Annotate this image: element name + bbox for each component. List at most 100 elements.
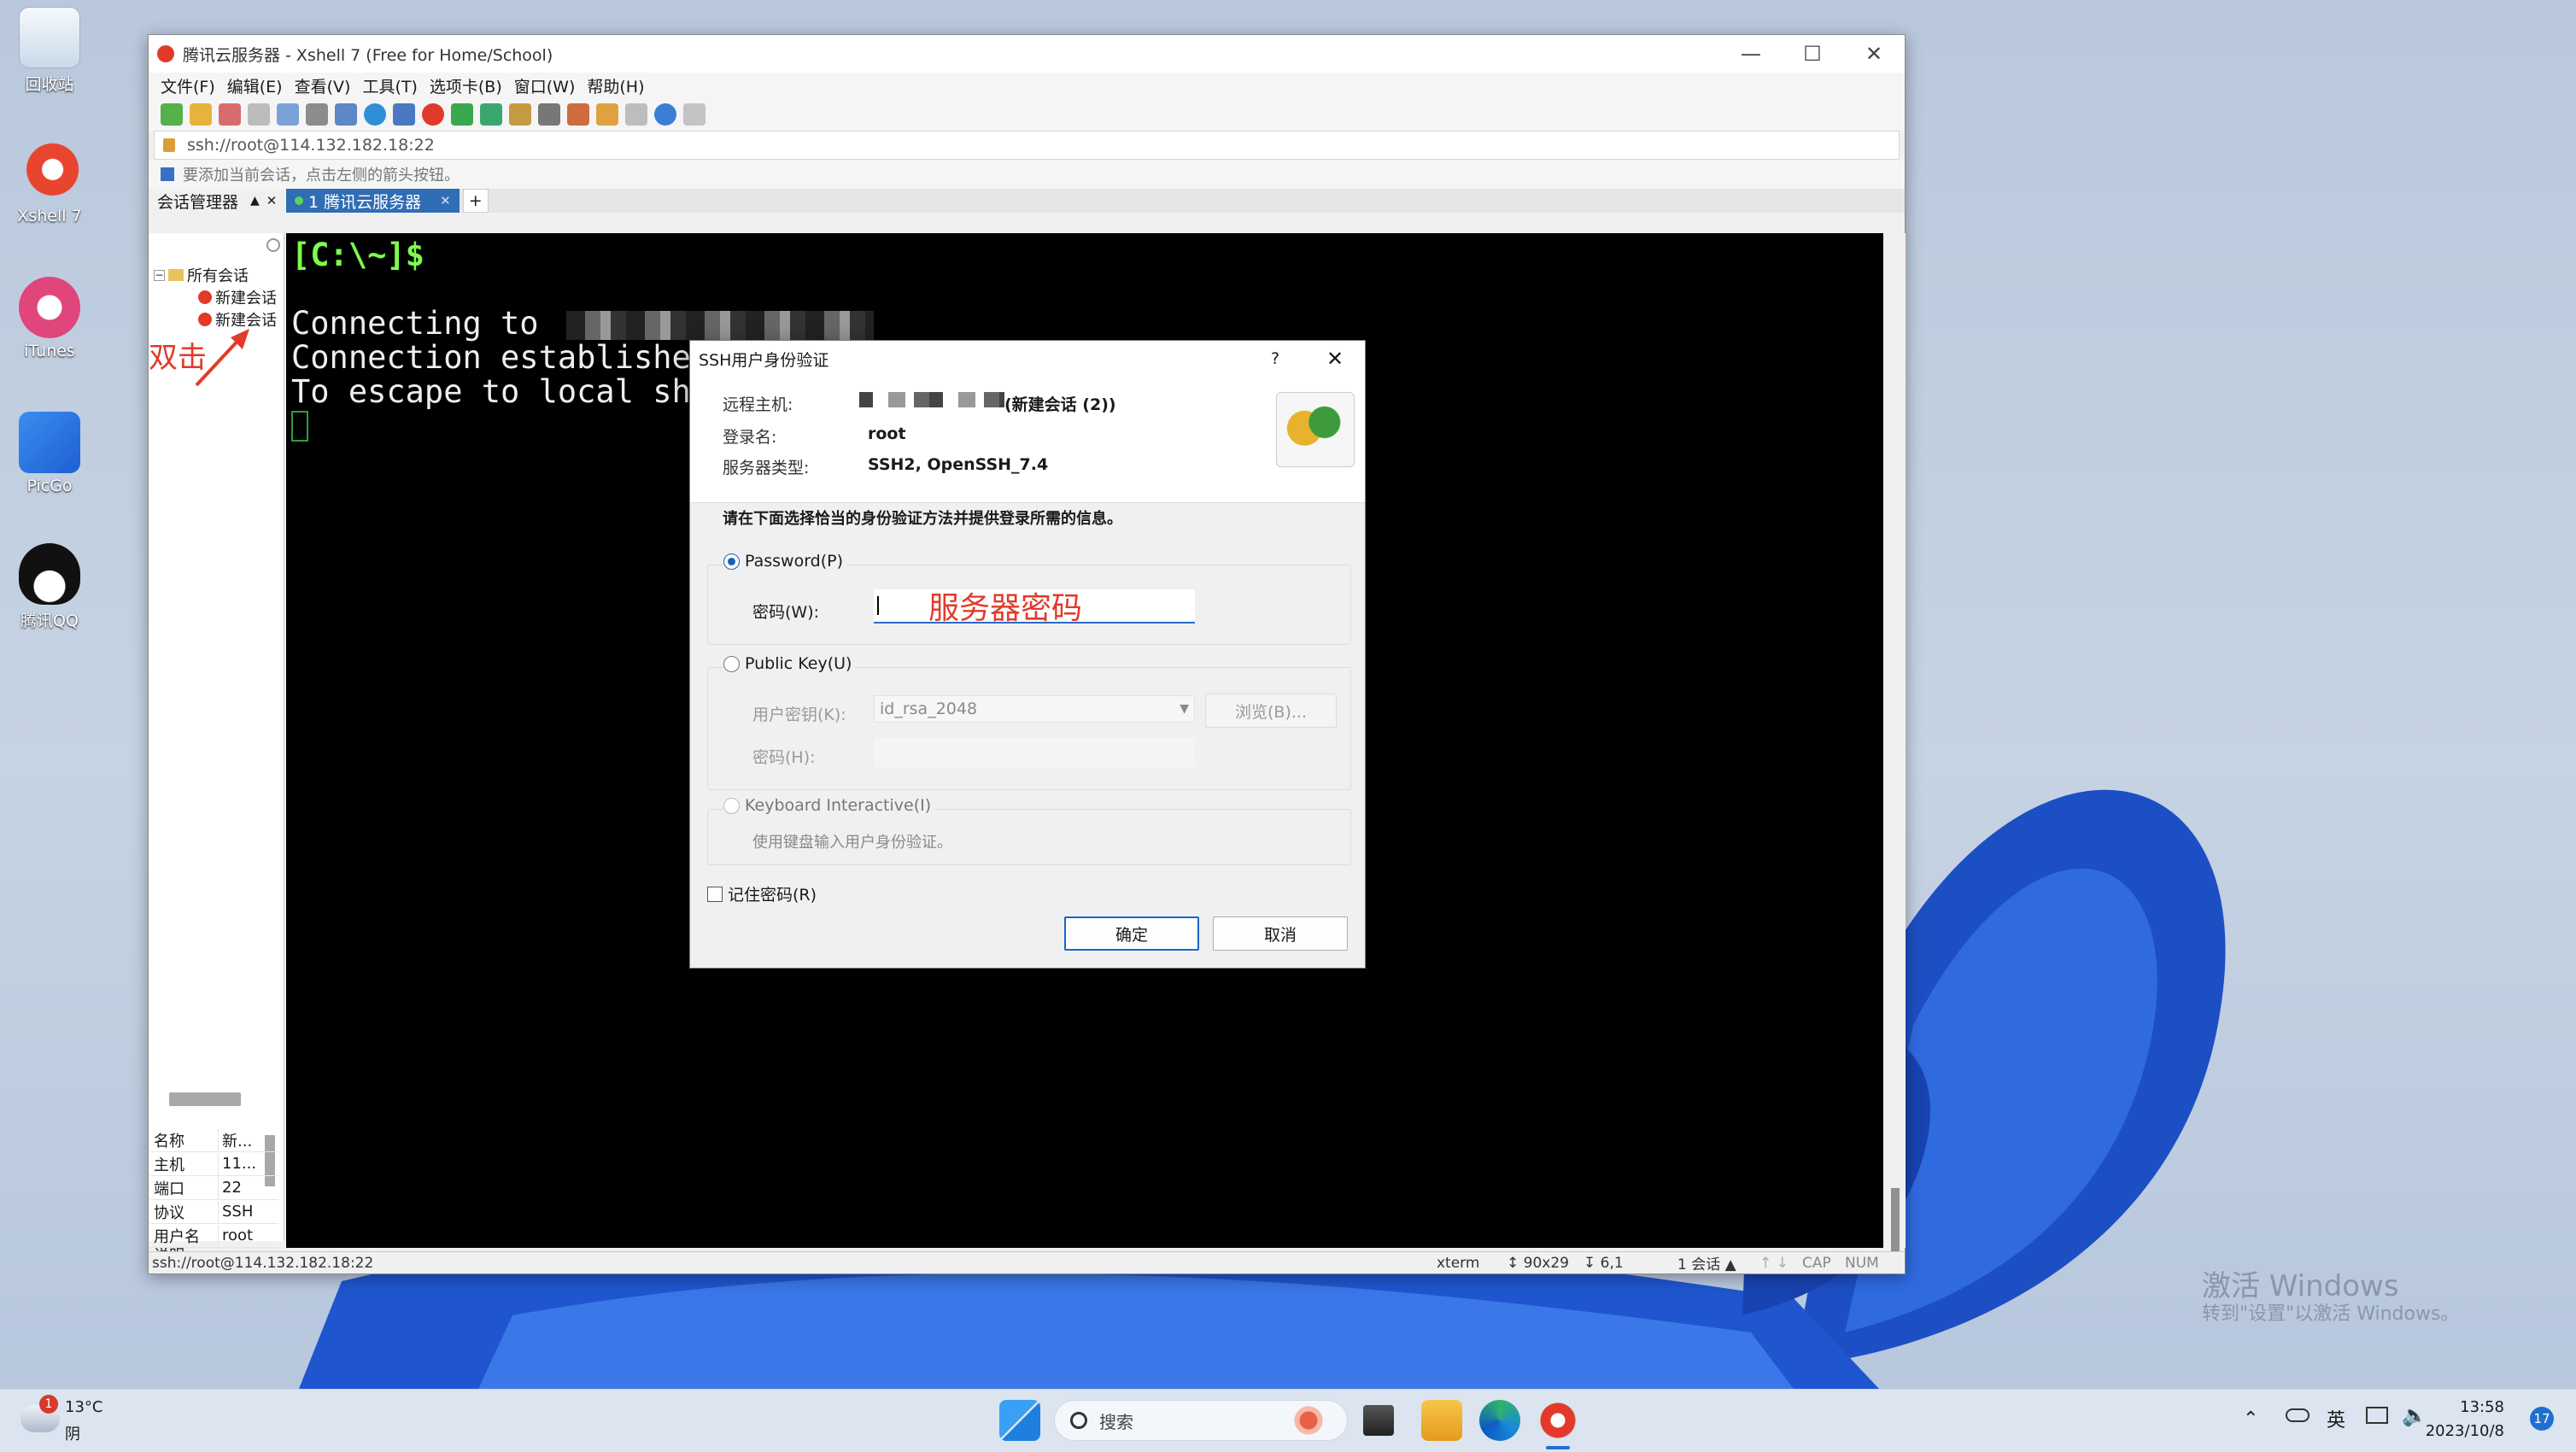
close-icon[interactable]: ✕ xyxy=(1843,42,1905,66)
status-bar: ssh://root@114.132.182.18:22 xterm ↕ 90x… xyxy=(149,1251,1905,1273)
help-icon[interactable] xyxy=(654,103,676,126)
network-icon[interactable] xyxy=(2366,1407,2388,1424)
status-sessions[interactable]: 1 会话 ▲ xyxy=(1677,1252,1736,1273)
disconnect-icon[interactable] xyxy=(248,103,270,126)
find-icon[interactable] xyxy=(306,103,328,126)
layout-icon[interactable] xyxy=(335,103,357,126)
prop-value: root xyxy=(222,1227,254,1244)
keyboard-option-label: Keyboard Interactive(I) xyxy=(745,796,932,815)
password-radio[interactable]: Password(P) xyxy=(723,552,847,571)
server-type-value: SSH2, OpenSSH_7.4 xyxy=(868,455,1049,474)
help-icon[interactable]: ? xyxy=(1245,349,1305,368)
window-titlebar[interactable]: 腾讯云服务器 - Xshell 7 (Free for Home/School)… xyxy=(149,35,1905,73)
tab-session-manager[interactable]: 会话管理器 ▲ ✕ xyxy=(149,189,286,213)
chevron-up-icon[interactable]: ⌃ xyxy=(2243,1408,2258,1430)
xshell-tool-icon[interactable] xyxy=(422,103,444,126)
open-folder-icon[interactable] xyxy=(190,103,212,126)
ime-indicator[interactable]: 英 xyxy=(2327,1405,2345,1432)
close-icon[interactable]: ✕ xyxy=(266,193,278,208)
keyboard-radio[interactable]: Keyboard Interactive(I) xyxy=(723,796,935,815)
menu-window[interactable]: 窗口(W) xyxy=(514,74,576,97)
new-session-icon[interactable] xyxy=(161,103,183,126)
password-option-label: Password(P) xyxy=(745,552,844,571)
desktop-icon-itunes[interactable]: iTunes xyxy=(9,277,91,360)
dialog-titlebar[interactable]: SSH用户身份验证 ? ✕ xyxy=(690,341,1365,377)
cursor-pos-icon: ↧ xyxy=(1584,1254,1601,1272)
search-icon[interactable] xyxy=(266,238,280,252)
ok-button[interactable]: 确定 xyxy=(1064,916,1199,951)
desktop-icon-qq[interactable]: 腾讯QQ xyxy=(9,543,91,631)
prop-key: 主机 xyxy=(150,1152,219,1175)
collapse-icon[interactable]: − xyxy=(154,269,165,281)
onedrive-icon[interactable] xyxy=(2286,1408,2310,1422)
scrollbar-thumb[interactable] xyxy=(1891,1188,1900,1251)
cancel-button[interactable]: 取消 xyxy=(1213,916,1348,951)
chat-icon[interactable] xyxy=(683,103,705,126)
notification-badge[interactable]: 17 xyxy=(2530,1407,2554,1431)
properties-table: 名称新... 主机11... 端口22 协议SSH 用户名root 说明 xyxy=(150,1128,278,1262)
connect-icon[interactable] xyxy=(219,103,241,126)
radio-selected-icon xyxy=(723,553,740,570)
publickey-group: Public Key(U) 用户密钥(K): id_rsa_2048 ▼ 浏览(… xyxy=(707,654,1351,790)
xftp-icon[interactable] xyxy=(451,103,473,126)
password-input[interactable]: 服务器密码 xyxy=(874,589,1195,626)
table-row: 协议 SSH xyxy=(150,1200,278,1224)
windows-start-icon[interactable] xyxy=(999,1400,1040,1441)
user-key-select[interactable]: id_rsa_2048 ▼ xyxy=(874,695,1195,723)
password-group: Password(P) 密码(W): 服务器密码 xyxy=(707,552,1351,645)
radio-unselected-icon xyxy=(723,656,740,672)
clock-time[interactable]: 13:58 xyxy=(2444,1398,2504,1416)
status-num: NUM xyxy=(1845,1254,1879,1272)
desktop-icon-picgo[interactable]: PicGo xyxy=(9,412,91,495)
remember-label: 记住密码(R) xyxy=(728,886,817,905)
passphrase-input[interactable] xyxy=(874,738,1195,767)
tree-root[interactable]: − 所有会话 xyxy=(154,264,249,286)
reconnect-icon[interactable] xyxy=(277,103,299,126)
globe-icon[interactable] xyxy=(364,103,386,126)
compose-icon[interactable] xyxy=(625,103,647,126)
taskbar-search[interactable]: 搜索 xyxy=(1054,1400,1348,1441)
tab-tencent-server[interactable]: 1 腾讯云服务器 ✕ xyxy=(286,189,460,213)
maximize-icon[interactable]: ☐ xyxy=(1782,42,1843,66)
new-tab-icon[interactable]: + xyxy=(462,189,489,213)
terminal-scrollbar[interactable] xyxy=(1885,233,1906,1251)
pin-icon[interactable]: ▲ xyxy=(250,194,260,208)
file-explorer-icon[interactable] xyxy=(1421,1400,1462,1441)
xshell-session-icon xyxy=(198,313,212,326)
hint-bar: 要添加当前会话，点击左侧的箭头按钮。 xyxy=(149,160,1905,189)
fullscreen-icon[interactable] xyxy=(480,103,502,126)
publickey-radio[interactable]: Public Key(U) xyxy=(723,654,856,673)
lock-icon[interactable] xyxy=(509,103,531,126)
transfer-icon[interactable] xyxy=(596,103,618,126)
menu-view[interactable]: 查看(V) xyxy=(295,74,351,97)
dialog-title: SSH用户身份验证 xyxy=(699,350,829,370)
menu-file[interactable]: 文件(F) xyxy=(161,74,215,97)
close-icon[interactable]: ✕ xyxy=(1305,347,1365,371)
clock-date[interactable]: 2023/10/8 xyxy=(2410,1422,2504,1440)
address-bar[interactable]: ssh://root@114.132.182.18:22 xyxy=(154,131,1900,160)
browse-button[interactable]: 浏览(B)... xyxy=(1205,694,1337,728)
remember-password-checkbox[interactable]: 记住密码(R) xyxy=(707,882,817,905)
edge-icon[interactable] xyxy=(1479,1400,1520,1441)
weather-badge: 1 xyxy=(39,1395,58,1414)
horizontal-scrollbar[interactable] xyxy=(169,1092,241,1106)
close-icon[interactable]: ✕ xyxy=(440,193,451,208)
xshell-icon xyxy=(19,142,80,203)
keyboard-icon[interactable] xyxy=(538,103,560,126)
remote-host-label: 远程主机: xyxy=(723,395,793,414)
remote-host-row: 远程主机: (新建会话 (2)) xyxy=(723,392,1116,415)
tree-item-session[interactable]: 新建会话 xyxy=(198,286,277,308)
task-view-icon[interactable] xyxy=(1363,1405,1394,1436)
picgo-icon xyxy=(19,412,80,473)
menu-tools[interactable]: 工具(T) xyxy=(362,74,417,97)
desktop-icon-recycle-bin[interactable]: 回收站 xyxy=(9,7,91,95)
minimize-icon[interactable]: — xyxy=(1720,42,1782,66)
menu-help[interactable]: 帮助(H) xyxy=(587,74,644,97)
desktop-icon-xshell[interactable]: Xshell 7 xyxy=(9,142,91,225)
script-icon[interactable] xyxy=(567,103,589,126)
xshell-taskbar-icon[interactable] xyxy=(1537,1400,1578,1441)
menu-tabs[interactable]: 选项卡(B) xyxy=(430,74,502,97)
password-annotation: 服务器密码 xyxy=(928,591,1083,626)
menu-edit[interactable]: 编辑(E) xyxy=(227,74,283,97)
font-icon[interactable] xyxy=(393,103,415,126)
